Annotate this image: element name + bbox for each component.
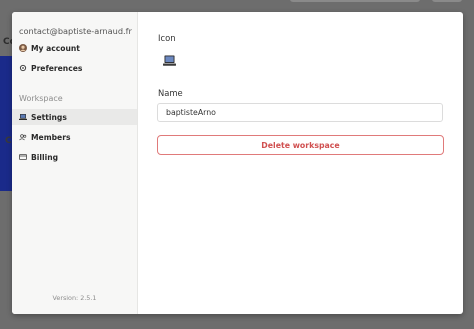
sidebar-item-label: Billing <box>31 152 59 162</box>
name-label: Name <box>158 88 183 98</box>
sidebar-item-my-account[interactable]: My account <box>12 40 137 56</box>
settings-main-panel: Icon Name Delete workspace <box>138 12 463 314</box>
workspace-section-label: Workspace <box>19 94 63 103</box>
laptop-icon <box>19 113 27 121</box>
gear-icon <box>19 64 27 72</box>
sidebar-item-label: Preferences <box>31 63 83 73</box>
sidebar-item-label: Settings <box>31 112 67 122</box>
account-email: contact@baptiste-arnaud.fr <box>19 26 132 36</box>
avatar-icon <box>19 44 27 52</box>
sidebar-item-members[interactable]: Members <box>12 129 137 145</box>
background-toolbar-button-2 <box>432 0 462 2</box>
delete-workspace-button[interactable]: Delete workspace <box>157 135 444 155</box>
background-toolbar-button <box>290 0 420 2</box>
background-banner <box>0 56 12 191</box>
laptop-emoji-icon <box>162 55 176 66</box>
sidebar-item-settings[interactable]: Settings <box>12 109 137 125</box>
settings-sidebar: contact@baptiste-arnaud.fr My account Pr… <box>12 12 138 314</box>
credit-card-icon <box>19 153 27 161</box>
workspace-settings-modal: contact@baptiste-arnaud.fr My account Pr… <box>12 12 463 314</box>
users-icon <box>19 133 27 141</box>
workspace-name-input[interactable] <box>157 103 443 122</box>
sidebar-item-label: My account <box>31 43 80 53</box>
background-text-2: C <box>5 136 12 146</box>
version-text: Version: 2.5.1 <box>52 294 97 302</box>
workspace-icon-picker[interactable] <box>162 54 176 68</box>
sidebar-item-billing[interactable]: Billing <box>12 149 137 165</box>
sidebar-item-label: Members <box>31 132 71 142</box>
sidebar-item-preferences[interactable]: Preferences <box>12 60 137 76</box>
icon-label: Icon <box>158 33 176 43</box>
